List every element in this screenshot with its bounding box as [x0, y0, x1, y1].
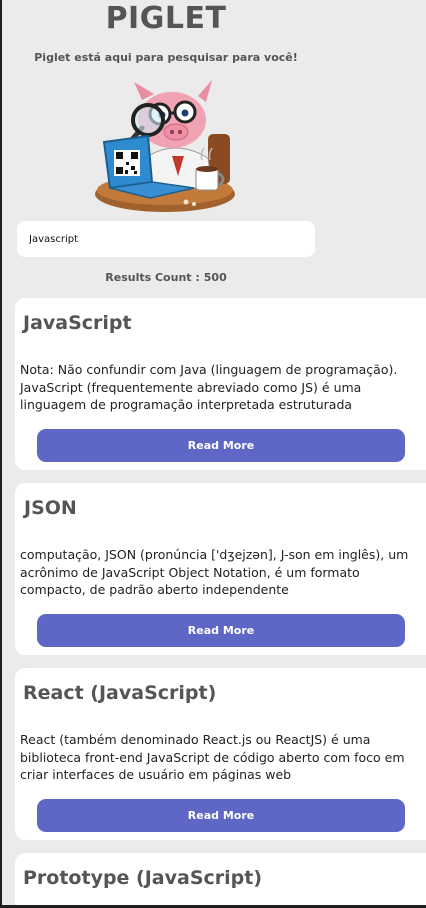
result-card-title: Prototype (JavaScript): [23, 867, 263, 889]
result-card: React (JavaScript) React (também denomin…: [15, 668, 426, 840]
app-title: PIGLET: [105, 1, 227, 36]
result-card-title: React (JavaScript): [23, 682, 217, 704]
result-card-title: JSON: [24, 497, 77, 519]
result-card: Prototype (JavaScript): [15, 853, 426, 908]
mascot-illustration: [95, 80, 235, 212]
read-more-button[interactable]: Read More: [37, 614, 405, 647]
result-card-snippet: computação, JSON (pronúncia ['dʒejzən], …: [20, 547, 409, 597]
app-subtitle: Piglet está aqui para pesquisar para voc…: [34, 51, 298, 64]
read-more-button[interactable]: Read More: [37, 429, 405, 462]
read-more-button[interactable]: Read More: [37, 799, 405, 832]
result-card-title: JavaScript: [23, 312, 132, 334]
result-card: JavaScript Nota: Não confundir com Java …: [15, 298, 426, 470]
result-card-snippet: Nota: Não confundir com Java (linguagem …: [20, 362, 398, 412]
window-frame-left: [0, 0, 2, 908]
result-card-snippet: React (também denominado React.js ou Rea…: [20, 732, 405, 782]
results-count-value: 500: [203, 271, 227, 284]
results-count: Results Count :500: [0, 271, 332, 284]
result-card: JSON computação, JSON (pronúncia ['dʒejz…: [15, 483, 426, 655]
search-input[interactable]: [17, 221, 315, 257]
app-screen: PIGLET Piglet está aqui para pesquisar p…: [0, 0, 426, 908]
results-count-label: Results Count :: [105, 271, 200, 284]
